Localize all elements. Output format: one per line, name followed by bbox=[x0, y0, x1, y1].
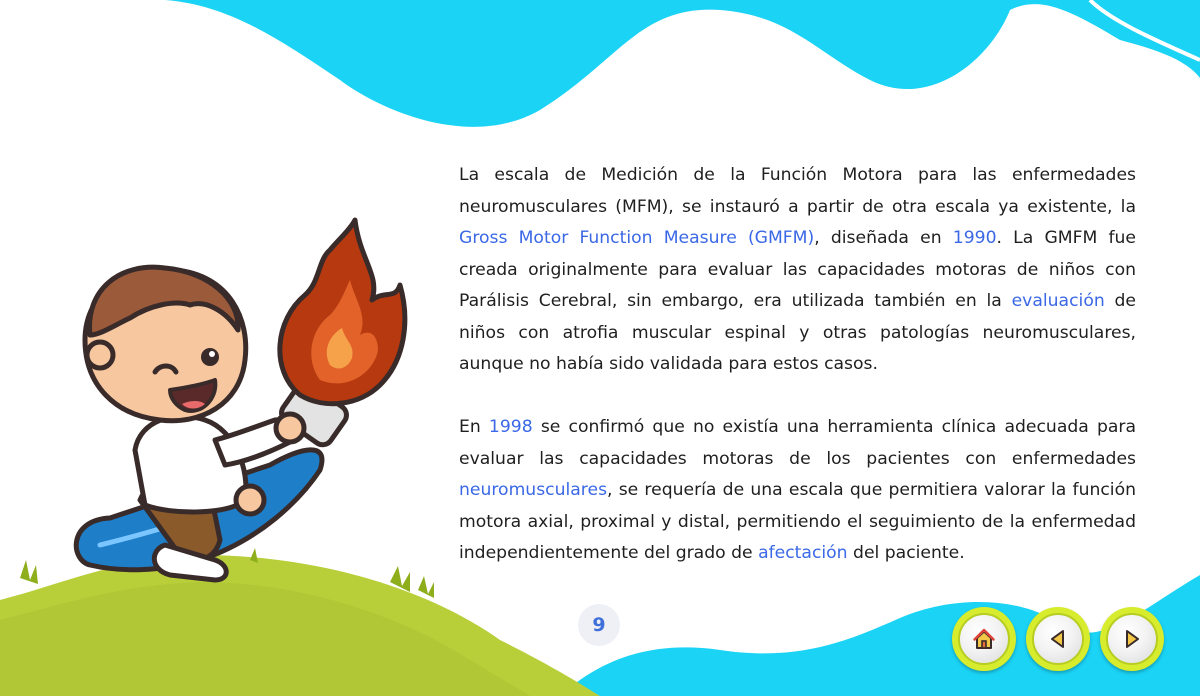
home-button[interactable] bbox=[952, 607, 1016, 671]
triangle-left-icon bbox=[1051, 630, 1064, 648]
home-icon bbox=[973, 628, 995, 649]
top-wave bbox=[165, 0, 1200, 127]
page-number-badge: 9 bbox=[578, 604, 620, 646]
text-link[interactable]: 1998 bbox=[489, 417, 533, 437]
text-segment: del paciente. bbox=[847, 543, 965, 563]
text-segment: La escala de Medición de la Función Moto… bbox=[459, 165, 1136, 217]
text-link[interactable]: evaluación bbox=[1012, 291, 1105, 311]
triangle-right-icon bbox=[1126, 630, 1139, 648]
paragraph-2: En 1998 se confirmó que no existía una h… bbox=[459, 412, 1136, 570]
text-link[interactable]: 1990 bbox=[953, 228, 997, 248]
text-link[interactable]: Gross Motor Function Measure (GMFM) bbox=[459, 228, 814, 248]
content-text: La escala de Medición de la Función Moto… bbox=[459, 160, 1136, 570]
text-link[interactable]: neuromusculares bbox=[459, 480, 607, 500]
previous-page-button[interactable] bbox=[1026, 607, 1090, 671]
paragraph-1: La escala de Medición de la Función Moto… bbox=[459, 160, 1136, 381]
page-number: 9 bbox=[592, 614, 606, 636]
text-segment: En bbox=[459, 417, 489, 437]
next-page-button[interactable] bbox=[1100, 607, 1164, 671]
text-segment: se confirmó que no existía una herramien… bbox=[459, 417, 1136, 469]
text-segment: , diseñada en bbox=[814, 228, 953, 248]
text-link[interactable]: afectación bbox=[758, 543, 848, 563]
